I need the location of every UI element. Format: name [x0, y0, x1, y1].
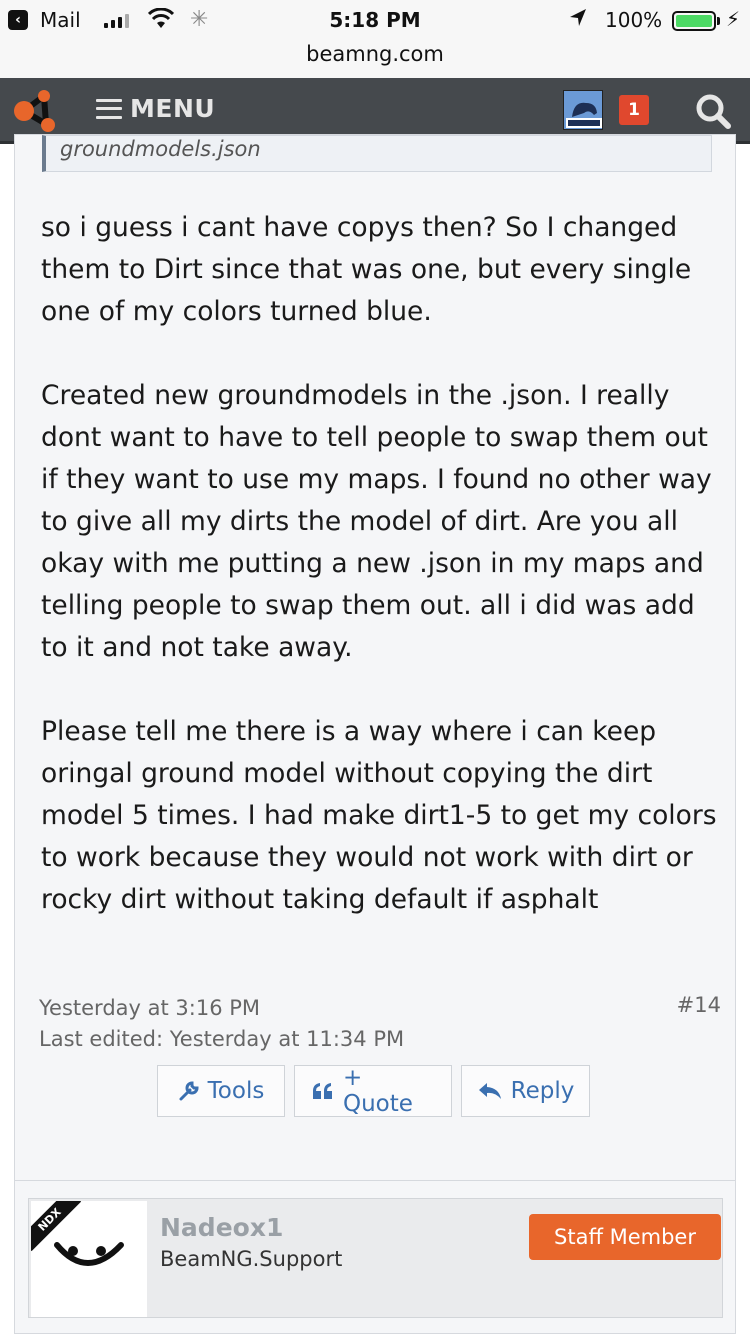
post-meta: Yesterday at 3:16 PM Last edited: Yester… [39, 993, 404, 1055]
username-link[interactable]: Nadeox1 [160, 1213, 283, 1242]
staff-member-badge: Staff Member [529, 1214, 721, 1260]
next-post: NDX Nadeox1 BeamNG.Support Staff Member [14, 1180, 736, 1334]
battery-percent: 100% [605, 8, 663, 32]
location-arrow-icon [568, 7, 588, 34]
tools-button[interactable]: Tools [157, 1065, 285, 1117]
reply-label: Reply [510, 1078, 575, 1104]
quote-text: groundmodels.json [60, 137, 261, 161]
post-message: so i guess i cant have copys then? So I … [41, 207, 721, 963]
search-icon[interactable] [694, 92, 734, 132]
wrench-icon [179, 1081, 199, 1101]
quote-block: groundmodels.json [42, 135, 712, 172]
message-paragraph: Created new groundmodels in the .json. I… [41, 380, 712, 663]
reply-arrow-icon [478, 1083, 501, 1099]
user-title: BeamNG.Support [160, 1247, 343, 1271]
charging-bolt-icon: ⚡ [726, 7, 741, 31]
menu-button[interactable]: MENU [96, 94, 215, 123]
user-avatar-large[interactable]: NDX [31, 1201, 147, 1317]
post-actions: Tools + Quote Reply [157, 1065, 590, 1117]
tools-label: Tools [207, 1078, 265, 1104]
user-info-box: NDX Nadeox1 BeamNG.Support Staff Member [28, 1198, 723, 1318]
url-bar[interactable]: beamng.com [0, 40, 750, 78]
notification-badge[interactable]: 1 [619, 95, 649, 125]
edited-date: Last edited: Yesterday at 11:34 PM [39, 1027, 405, 1051]
quote-mark-icon [313, 1083, 332, 1099]
quote-label: + Quote [343, 1065, 413, 1117]
thread-content: groundmodels.json so i guess i cant have… [0, 134, 750, 1334]
post-number-link[interactable]: #14 [677, 993, 721, 1017]
quote-button[interactable]: + Quote [294, 1065, 452, 1117]
forum-post: groundmodels.json so i guess i cant have… [14, 134, 736, 1301]
status-bar: ‹ Mail ✳ 5:18 PM 100% ⚡ [0, 0, 750, 40]
battery-icon [672, 11, 716, 31]
message-paragraph: Please tell me there is a way where i ca… [41, 716, 717, 915]
user-avatar[interactable] [563, 90, 603, 130]
hamburger-icon [96, 98, 122, 119]
reply-button[interactable]: Reply [461, 1065, 590, 1117]
message-paragraph: so i guess i cant have copys then? So I … [41, 212, 692, 327]
menu-label: MENU [130, 94, 216, 123]
beamng-logo-icon[interactable] [10, 88, 62, 134]
post-date-link[interactable]: Yesterday at 3:16 PM [39, 993, 404, 1024]
